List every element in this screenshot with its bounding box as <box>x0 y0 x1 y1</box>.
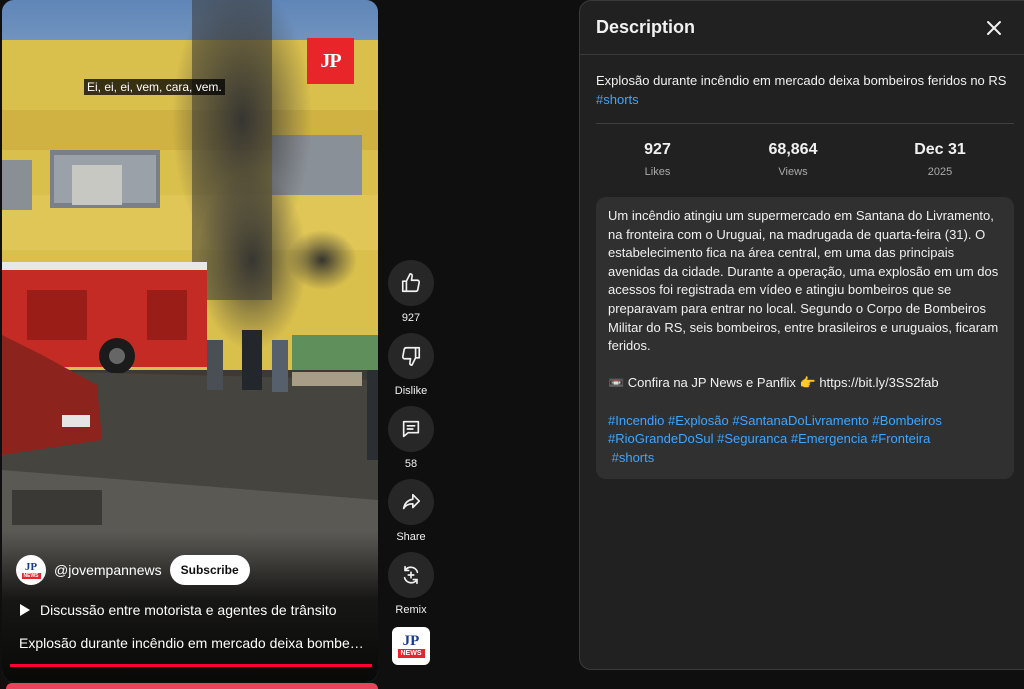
stat-date: Dec 31 2025 <box>895 141 985 178</box>
stat-views: 68,864 Views <box>748 141 838 178</box>
comment-icon <box>402 420 420 438</box>
share-label: Share <box>396 531 426 543</box>
share-icon <box>402 493 421 510</box>
hashtags-line[interactable]: #shorts <box>608 449 1002 468</box>
video-progress-bar[interactable] <box>10 664 372 667</box>
description-panel: Description Explosão durante incêndio em… <box>579 0 1024 670</box>
shorts-page: Ei, ei, ei, vem, cara, vem. JP JP NEWS @… <box>0 0 1024 689</box>
hashtags-line[interactable]: #RioGrandeDoSul #Seguranca #Emergencia #… <box>608 430 1002 449</box>
stat-label: 2025 <box>927 166 953 178</box>
comments-action: 58 <box>388 406 434 473</box>
stat-likes: 927 Likes <box>620 141 695 178</box>
video-progress-fill <box>10 664 372 667</box>
stat-value: Dec 31 <box>914 141 966 158</box>
subscribe-button[interactable]: Subscribe <box>169 555 250 585</box>
stat-value: 927 <box>644 141 671 158</box>
headline-hashtag[interactable]: #shorts <box>596 92 639 107</box>
thumb-up-icon <box>401 273 421 293</box>
hashtags-line[interactable]: #Incendio #Explosão #SantanaDoLivramento… <box>608 412 1002 431</box>
playlist-label: Discussão entre motorista e agentes de t… <box>40 602 337 618</box>
panel-title: Description <box>596 17 696 37</box>
dislike-action: Dislike <box>388 333 434 400</box>
avatar-logo-text: JP <box>24 560 38 573</box>
remix-label: Remix <box>395 604 427 616</box>
channel-avatar[interactable]: JP NEWS <box>16 555 46 585</box>
comment-count: 58 <box>404 458 418 470</box>
thumb-down-icon <box>401 346 421 366</box>
channel-watermark: JP <box>307 38 354 84</box>
divider <box>596 123 1014 124</box>
sound-logo-text: JP <box>402 633 420 649</box>
remix-icon <box>403 565 419 585</box>
promo-line[interactable]: 📼 Confira na JP News e Panflix 👉 https:/… <box>608 374 1002 393</box>
video-player[interactable]: Ei, ei, ei, vem, cara, vem. JP JP NEWS @… <box>2 0 378 682</box>
next-video-peek[interactable] <box>6 683 378 689</box>
comments-button[interactable] <box>388 406 434 452</box>
channel-handle[interactable]: @jovempannews <box>54 562 162 578</box>
panel-header: Description <box>580 1 1024 55</box>
video-caption: Ei, ei, ei, vem, cara, vem. <box>84 79 225 95</box>
like-button[interactable] <box>388 260 434 306</box>
dislike-button[interactable] <box>388 333 434 379</box>
play-icon <box>20 604 30 616</box>
sound-logo-subtext: NEWS <box>397 649 425 658</box>
playlist-link[interactable]: Discussão entre motorista e agentes de t… <box>20 602 337 618</box>
headline-text: Explosão durante incêndio em mercado dei… <box>596 73 1007 88</box>
close-icon <box>987 21 1001 35</box>
remix-button[interactable] <box>388 552 434 598</box>
remix-action: Remix <box>388 552 434 619</box>
action-column: 927 Dislike 58 Share Remix JP NEWS <box>388 260 434 665</box>
dislike-label: Dislike <box>394 385 428 397</box>
description-headline: Explosão durante incêndio em mercado dei… <box>596 71 1016 109</box>
close-button[interactable] <box>982 16 1006 40</box>
stat-label: Likes <box>644 166 671 178</box>
stat-value: 68,864 <box>768 141 818 158</box>
share-button[interactable] <box>388 479 434 525</box>
video-title[interactable]: Explosão durante incêndio em mercado dei… <box>19 635 364 651</box>
avatar-logo-subtext: NEWS <box>21 572 41 579</box>
sound-thumbnail[interactable]: JP NEWS <box>392 627 430 665</box>
stat-label: Views <box>778 166 808 178</box>
channel-row: JP NEWS @jovempannews Subscribe <box>16 555 250 585</box>
like-count: 927 <box>401 312 421 324</box>
share-action: Share <box>388 479 434 546</box>
description-text: Um incêndio atingiu um supermercado em S… <box>608 208 999 354</box>
description-body: Um incêndio atingiu um supermercado em S… <box>596 197 1014 479</box>
like-action: 927 <box>388 260 434 327</box>
